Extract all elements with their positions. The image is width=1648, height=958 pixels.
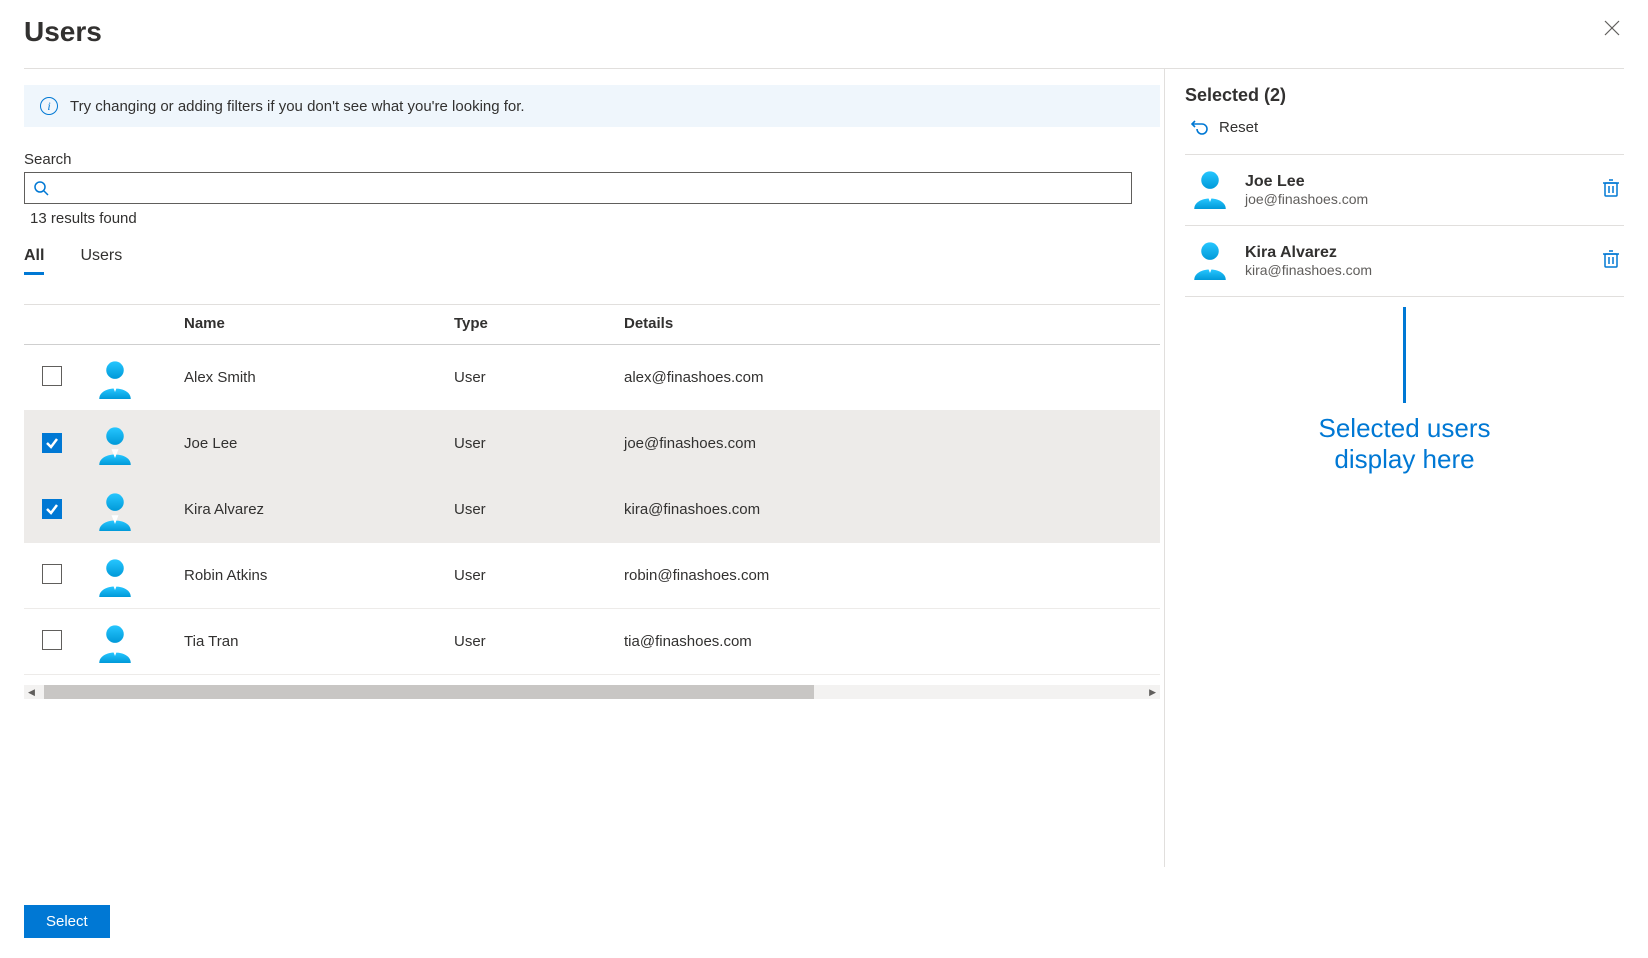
selected-item: Joe Leejoe@finashoes.com xyxy=(1185,155,1624,226)
info-icon: i xyxy=(40,97,58,115)
row-details: robin@finashoes.com xyxy=(624,567,1160,584)
row-checkbox[interactable] xyxy=(42,366,62,386)
select-button[interactable]: Select xyxy=(24,905,110,938)
tab-users[interactable]: Users xyxy=(80,243,122,273)
row-name: Alex Smith xyxy=(184,369,454,386)
selected-header: Selected (2) xyxy=(1185,85,1624,106)
column-header-name[interactable]: Name xyxy=(184,315,454,332)
row-name: Joe Lee xyxy=(184,435,454,452)
table-row[interactable]: Tia TranUsertia@finashoes.com xyxy=(24,609,1160,675)
search-input[interactable] xyxy=(55,179,1123,198)
trash-icon xyxy=(1602,256,1620,273)
close-button[interactable] xyxy=(1600,16,1624,45)
user-avatar-icon xyxy=(1189,167,1231,213)
row-details: alex@finashoes.com xyxy=(624,369,1160,386)
trash-icon xyxy=(1602,185,1620,202)
search-icon xyxy=(33,180,49,196)
scroll-right-icon: ▶ xyxy=(1149,687,1156,698)
info-banner-text: Try changing or adding filters if you do… xyxy=(70,98,525,115)
close-icon xyxy=(1604,20,1620,36)
reset-button[interactable]: Reset xyxy=(1185,116,1624,154)
row-details: kira@finashoes.com xyxy=(624,501,1160,518)
row-details: joe@finashoes.com xyxy=(624,435,1160,452)
row-checkbox[interactable] xyxy=(42,630,62,650)
user-avatar-icon xyxy=(94,489,136,531)
user-avatar-icon xyxy=(94,555,136,597)
row-name: Tia Tran xyxy=(184,633,454,650)
selected-item: Kira Alvarezkira@finashoes.com xyxy=(1185,226,1624,297)
row-type: User xyxy=(454,435,624,452)
search-box[interactable] xyxy=(24,172,1132,204)
column-header-type[interactable]: Type xyxy=(454,315,624,332)
selected-item-email: joe@finashoes.com xyxy=(1245,191,1368,207)
selected-item-name: Kira Alvarez xyxy=(1245,244,1372,262)
remove-selected-button[interactable] xyxy=(1602,178,1620,202)
row-type: User xyxy=(454,501,624,518)
user-avatar-icon xyxy=(1189,238,1231,284)
row-type: User xyxy=(454,369,624,386)
row-name: Robin Atkins xyxy=(184,567,454,584)
results-count: 13 results found xyxy=(24,210,1160,227)
undo-icon xyxy=(1191,118,1209,136)
tab-all[interactable]: All xyxy=(24,243,44,273)
table-row[interactable]: Joe LeeUserjoe@finashoes.com xyxy=(24,411,1160,477)
table-row[interactable]: Robin AtkinsUserrobin@finashoes.com xyxy=(24,543,1160,609)
row-checkbox[interactable] xyxy=(42,564,62,584)
scroll-left-icon: ◀ xyxy=(28,687,35,698)
row-checkbox[interactable] xyxy=(42,433,62,453)
annotation-callout: Selected users display here xyxy=(1185,307,1624,475)
selected-item-name: Joe Lee xyxy=(1245,173,1368,191)
user-avatar-icon xyxy=(94,357,136,399)
table-row[interactable]: Kira AlvarezUserkira@finashoes.com xyxy=(24,477,1160,543)
selected-item-email: kira@finashoes.com xyxy=(1245,262,1372,278)
info-banner: i Try changing or adding filters if you … xyxy=(24,85,1160,127)
remove-selected-button[interactable] xyxy=(1602,249,1620,273)
page-title: Users xyxy=(24,16,102,48)
table-row[interactable]: Alex SmithUseralex@finashoes.com xyxy=(24,345,1160,411)
search-label: Search xyxy=(24,151,1160,168)
row-details: tia@finashoes.com xyxy=(624,633,1160,650)
users-table: Name Type Details Alex SmithUseralex@fin… xyxy=(24,304,1160,675)
row-name: Kira Alvarez xyxy=(184,501,454,518)
horizontal-scrollbar[interactable]: ◀ ▶ xyxy=(24,685,1160,699)
row-type: User xyxy=(454,633,624,650)
row-checkbox[interactable] xyxy=(42,499,62,519)
column-header-details[interactable]: Details xyxy=(624,315,1160,332)
reset-label: Reset xyxy=(1219,119,1258,136)
user-avatar-icon xyxy=(94,423,136,465)
user-avatar-icon xyxy=(94,621,136,663)
row-type: User xyxy=(454,567,624,584)
